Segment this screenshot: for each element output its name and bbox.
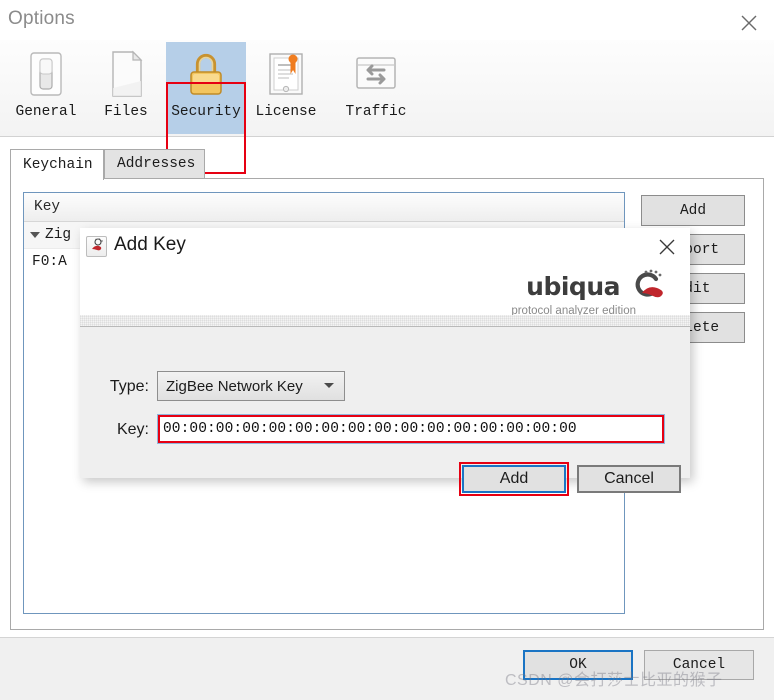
toolbar-item-label: General (15, 104, 77, 120)
toolbar-item-license[interactable]: License (246, 42, 326, 134)
toolbar-item-label: Files (104, 104, 148, 120)
tab-label: Addresses (117, 156, 196, 172)
type-field-label: Type: (109, 378, 149, 395)
ubiqua-logo: ubiqua protocol analyzer edition (511, 269, 676, 317)
add-key-dialog: Add Key ubiqua protocol analyzer edition… (80, 228, 690, 496)
toolbar-item-general[interactable]: General (6, 42, 86, 134)
dialog-body: Type: ZigBee Network Key Key: 00:00:00:0… (80, 327, 690, 496)
chevron-down-icon (324, 383, 334, 388)
key-input-wrapper: 00:00:00:00:00:00:00:00:00:00:00:00:00:0… (157, 414, 665, 444)
list-group-label: Zig (45, 227, 72, 243)
expand-triangle-icon[interactable] (30, 232, 40, 238)
keychain-tabstrip: Keychain Addresses (10, 149, 764, 180)
button-label: Add (499, 470, 529, 487)
toolbar-item-security[interactable]: Security (166, 42, 246, 134)
tab-addresses[interactable]: Addresses (104, 149, 205, 178)
dialog-close-button[interactable] (656, 236, 678, 258)
dialog-title: Add Key (114, 234, 186, 255)
dialog-add-button[interactable]: Add (462, 465, 566, 493)
toolbar-item-traffic[interactable]: Traffic (336, 42, 416, 134)
tab-keychain[interactable]: Keychain (10, 149, 104, 180)
key-input[interactable]: 00:00:00:00:00:00:00:00:00:00:00:00:00:0… (163, 421, 577, 437)
column-header-key: Key (34, 199, 61, 215)
button-label: Add (679, 202, 707, 219)
key-field-label: Key: (116, 421, 149, 438)
toolbar-item-label: Traffic (345, 104, 407, 120)
add-key-button[interactable]: Add (641, 195, 745, 226)
ubiqua-logo-text: ubiqua (526, 271, 620, 301)
list-item-label: F0:A (32, 254, 67, 270)
dialog-cancel-button[interactable]: Cancel (577, 465, 681, 493)
tab-label: Keychain (23, 157, 93, 173)
toggle-switch-icon (30, 52, 62, 96)
button-label: OK (569, 657, 587, 673)
cancel-button[interactable]: Cancel (644, 650, 754, 680)
close-icon (659, 239, 675, 255)
key-type-value: ZigBee Network Key (166, 377, 303, 395)
ubiqua-mark-icon (635, 269, 663, 298)
certificate-icon (269, 53, 303, 95)
toolbar-item-label: Security (171, 104, 241, 120)
dialog-banner: ubiqua protocol analyzer edition (80, 265, 690, 327)
toolbar-item-label: License (255, 104, 317, 120)
key-input-annotation-box: 00:00:00:00:00:00:00:00:00:00:00:00:00:0… (158, 415, 664, 443)
button-label: Cancel (604, 470, 654, 487)
close-icon (741, 15, 757, 31)
options-toolbar: General Files Security License Traffic (0, 40, 774, 174)
keychain-list-header: Key (24, 193, 624, 222)
document-page-icon (112, 50, 143, 97)
page-title: Options (8, 8, 75, 29)
options-window: Options General Files Security License T… (0, 0, 774, 700)
padlock-icon (190, 53, 222, 95)
exchange-arrows-icon (356, 57, 396, 89)
window-close-button[interactable] (736, 10, 762, 36)
add-key-icon (86, 236, 107, 257)
key-type-select[interactable]: ZigBee Network Key (157, 371, 345, 401)
button-label: Cancel (672, 657, 726, 673)
ok-button[interactable]: OK (523, 650, 633, 680)
toolbar-item-files[interactable]: Files (86, 42, 166, 134)
dialog-titlebar: Add Key (80, 228, 690, 265)
